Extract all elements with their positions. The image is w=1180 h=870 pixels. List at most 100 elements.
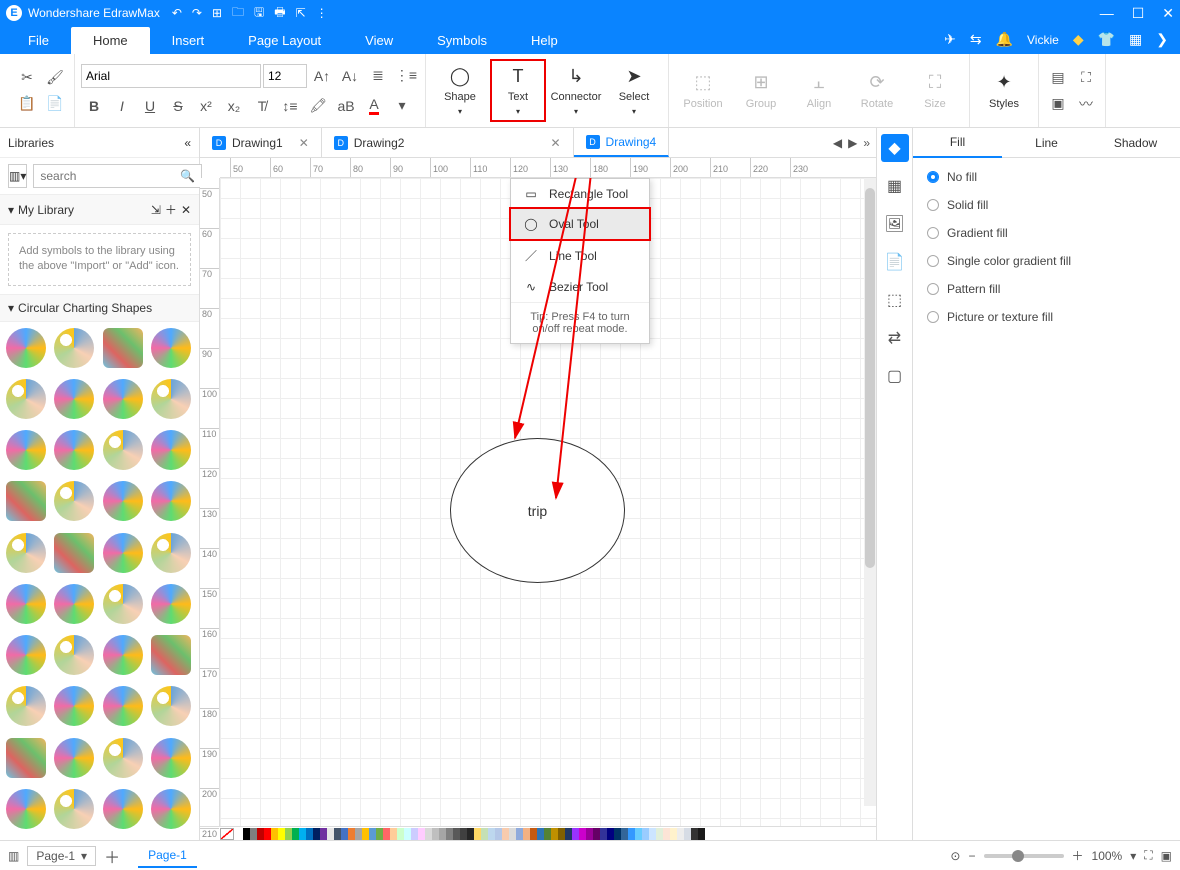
color-swatch[interactable] (649, 828, 656, 840)
color-swatch[interactable] (670, 828, 677, 840)
add-page-button[interactable]: ＋ (104, 844, 120, 868)
color-swatch[interactable] (320, 828, 327, 840)
library-shape[interactable] (103, 789, 143, 829)
color-swatch[interactable] (460, 828, 467, 840)
bell-icon[interactable]: 🔔 (996, 31, 1013, 48)
library-shape[interactable] (54, 789, 94, 829)
color-swatch[interactable] (376, 828, 383, 840)
color-swatch[interactable] (579, 828, 586, 840)
color-swatch[interactable] (481, 828, 488, 840)
color-swatch[interactable] (677, 828, 684, 840)
color-swatch[interactable] (278, 828, 285, 840)
color-swatch[interactable] (257, 828, 264, 840)
send-icon[interactable]: ✈ (944, 31, 956, 48)
my-library-header[interactable]: ▾ My Library ⇲ ＋ ✕ (0, 194, 199, 225)
color-swatch[interactable] (264, 828, 271, 840)
color-swatch[interactable] (530, 828, 537, 840)
more-icon[interactable]: ⋮ (316, 6, 328, 20)
library-shape[interactable] (54, 533, 94, 573)
color-swatch[interactable] (558, 828, 565, 840)
library-selector-icon[interactable]: ▥▾ (8, 164, 27, 188)
color-swatch[interactable] (586, 828, 593, 840)
font-more-icon[interactable]: ▾ (389, 93, 415, 119)
color-swatch[interactable] (362, 828, 369, 840)
color-swatch[interactable] (285, 828, 292, 840)
tab-overflow-icon[interactable]: » (863, 136, 870, 150)
tab-line[interactable]: Line (1002, 128, 1091, 158)
zoom-in-icon[interactable]: ＋ (1072, 847, 1084, 864)
library-shape[interactable] (54, 635, 94, 675)
grid-tool-icon[interactable]: ▦ (881, 172, 909, 200)
shape-tool-button[interactable]: ◯ Shape ▾ (432, 61, 488, 120)
print-icon[interactable]: 🖶 (274, 3, 285, 24)
library-shape[interactable] (103, 738, 143, 778)
connector-tool-button[interactable]: ↳ Connector ▾ (548, 61, 604, 120)
library-shape[interactable] (6, 686, 46, 726)
library-shape[interactable] (103, 430, 143, 470)
close-tab-icon[interactable]: ✕ (299, 136, 309, 150)
menu-view[interactable]: View (343, 27, 415, 54)
fullscreen-icon[interactable]: ▣ (1161, 849, 1172, 863)
menu-file[interactable]: File (6, 27, 71, 54)
library-shape[interactable] (151, 789, 191, 829)
color-swatch[interactable] (327, 828, 334, 840)
decrease-font-icon[interactable]: A↓ (337, 63, 363, 89)
cut-icon[interactable]: ✂ (14, 65, 40, 91)
save-icon[interactable]: 🖫 (254, 3, 264, 24)
zoom-out-icon[interactable]: − (968, 849, 975, 863)
color-swatch[interactable] (642, 828, 649, 840)
tab-drawing4[interactable]: DDrawing4 (574, 128, 670, 157)
library-shape[interactable] (103, 584, 143, 624)
open-icon[interactable]: 🗀 (232, 3, 244, 24)
menu-symbols[interactable]: Symbols (415, 27, 509, 54)
minimize-button[interactable]: — (1100, 5, 1114, 22)
line-spacing-icon[interactable]: ↕≡ (277, 93, 303, 119)
library-shape[interactable] (54, 328, 94, 368)
shirt-icon[interactable]: 👕 (1098, 31, 1115, 48)
menu-help[interactable]: Help (509, 27, 580, 54)
rotate-button[interactable]: ⟳Rotate (849, 68, 905, 114)
color-swatch[interactable] (600, 828, 607, 840)
scrollbar-thumb[interactable] (865, 188, 875, 568)
fit-screen-icon[interactable]: ⛶ (1144, 848, 1152, 863)
pages-layout-icon[interactable]: ▥ (8, 849, 19, 863)
size-button[interactable]: ⛶Size (907, 68, 963, 114)
share-icon[interactable]: ⇆ (970, 31, 982, 48)
color-swatch[interactable] (544, 828, 551, 840)
color-swatch[interactable] (565, 828, 572, 840)
italic-icon[interactable]: I (109, 93, 135, 119)
color-swatch[interactable] (250, 828, 257, 840)
page-tab[interactable]: Page-1 (138, 844, 197, 868)
color-swatch[interactable] (432, 828, 439, 840)
search-icon[interactable]: 🔍 (180, 164, 195, 188)
paste-icon[interactable]: 📄 (42, 91, 68, 117)
position-button[interactable]: ⬚Position (675, 68, 731, 114)
library-shape[interactable] (103, 481, 143, 521)
library-shape[interactable] (6, 635, 46, 675)
library-shape[interactable] (151, 430, 191, 470)
diamond-icon[interactable]: ◆ (1073, 31, 1084, 48)
color-swatch[interactable] (614, 828, 621, 840)
import-icon[interactable]: ⇲ (151, 203, 161, 217)
styles-button[interactable]: ✦Styles (976, 68, 1032, 114)
present-tool-icon[interactable]: ▢ (881, 362, 909, 390)
library-shape[interactable] (151, 584, 191, 624)
color-swatch[interactable] (474, 828, 481, 840)
close-button[interactable]: ✕ (1162, 5, 1174, 22)
bullets-icon[interactable]: ⋮≡ (393, 63, 419, 89)
color-swatch[interactable] (425, 828, 432, 840)
format-painter-icon[interactable]: 🖌 (42, 65, 68, 91)
chevron-right-icon[interactable]: ❯ (1156, 31, 1168, 48)
select-tool-button[interactable]: ➤ Select ▾ (606, 61, 662, 120)
library-shape[interactable] (103, 686, 143, 726)
font-family-select[interactable] (81, 64, 261, 88)
library-shape[interactable] (151, 738, 191, 778)
group-button[interactable]: ⊞Group (733, 68, 789, 114)
color-swatch[interactable] (698, 828, 705, 840)
color-swatch[interactable] (621, 828, 628, 840)
close-section-icon[interactable]: ✕ (181, 203, 191, 217)
line-tool-item[interactable]: ／Line Tool (511, 239, 649, 272)
text-tool-button[interactable]: T Text ▾ (490, 59, 546, 122)
library-shape[interactable] (6, 533, 46, 573)
maximize-button[interactable]: ☐ (1132, 5, 1145, 22)
